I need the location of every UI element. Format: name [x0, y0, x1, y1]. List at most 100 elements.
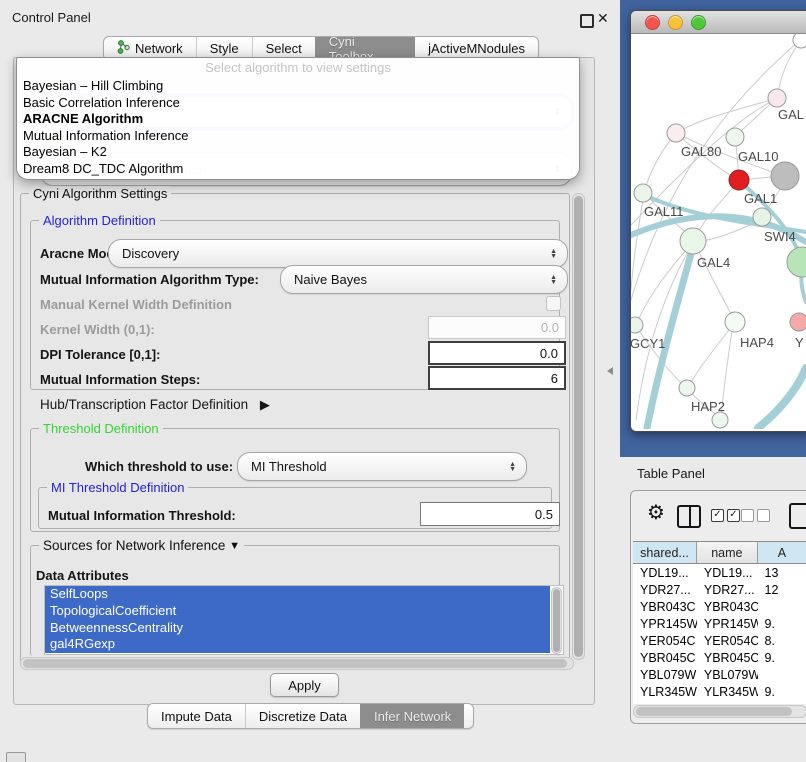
- control-panel-title: Control Panel: [12, 10, 91, 25]
- column-browser-icon[interactable]: [677, 505, 701, 528]
- network-node-label: GAL1: [744, 191, 777, 206]
- algorithm-option[interactable]: ARACNE Algorithm: [17, 111, 579, 128]
- settings-group-title: Cyni Algorithm Settings: [29, 186, 171, 201]
- tab-discretize-data[interactable]: Discretize Data: [245, 704, 360, 728]
- network-node-hap4[interactable]: [725, 312, 745, 332]
- table-column-header[interactable]: shared...: [633, 542, 697, 563]
- float-panel-icon[interactable]: [580, 14, 594, 28]
- settings-horizontal-scrollbar[interactable]: [20, 657, 574, 670]
- network-node-gal80[interactable]: [667, 124, 685, 142]
- table-column-header[interactable]: A: [758, 542, 806, 563]
- table-panel-window: ⚙ ✓ ✓ shared...nameA YDL19...YDL19...13Y…: [630, 490, 806, 724]
- network-node-label: GCY1: [631, 336, 665, 351]
- network-edge[interactable]: [758, 368, 806, 428]
- unchecked-checkbox-icon[interactable]: [741, 509, 754, 522]
- tab-label: Discretize Data: [259, 709, 347, 724]
- splitter-collapse-icon[interactable]: [607, 367, 613, 375]
- window-minimize-icon[interactable]: [668, 15, 683, 30]
- network-node[interactable]: [793, 34, 806, 48]
- table-cell: YDR27...: [633, 581, 697, 598]
- table-cell: YDR27...: [697, 581, 758, 598]
- network-node-gal10[interactable]: [726, 128, 744, 146]
- table-row[interactable]: YBL079WYBL079W: [633, 666, 806, 683]
- window-zoom-icon[interactable]: [691, 15, 706, 30]
- table-row[interactable]: YDR27...YDR27...12: [633, 581, 806, 598]
- algorithm-option[interactable]: Mutual Information Inference: [17, 128, 579, 145]
- table-cell: 9.: [758, 615, 806, 632]
- combo-arrows-icon: ▲▼: [550, 275, 567, 285]
- settings-vertical-scrollbar[interactable]: [572, 193, 585, 660]
- network-node-label: SWI4: [764, 229, 796, 244]
- table-row[interactable]: YER054CYER054C8.: [633, 632, 806, 649]
- table-row[interactable]: YBR043CYBR043C: [633, 598, 806, 615]
- network-node[interactable]: [712, 412, 728, 428]
- mi-steps-field[interactable]: 6: [428, 366, 566, 390]
- data-attributes-list[interactable]: SelfLoopsTopologicalCoefficientBetweenne…: [44, 585, 564, 655]
- window-close-icon[interactable]: [645, 15, 660, 30]
- collapsed-panel-button[interactable]: [6, 752, 26, 762]
- network-node-gcy1[interactable]: [631, 317, 643, 333]
- gear-icon[interactable]: ⚙: [647, 503, 665, 523]
- data-attribute-item[interactable]: gal4RGexp: [45, 636, 550, 653]
- node-table[interactable]: shared...nameA YDL19...YDL19...13YDR27..…: [633, 541, 806, 704]
- mi-algorithm-type-combobox[interactable]: Naive Bayes ▲▼: [280, 265, 568, 294]
- algorithm-option[interactable]: Basic Correlation Inference: [17, 95, 579, 112]
- network-edge[interactable]: [631, 193, 644, 290]
- table-cell: [758, 598, 806, 615]
- algorithm-option[interactable]: Bayesian – K2: [17, 144, 579, 161]
- table-cell: YLR345W: [633, 683, 697, 700]
- table-horizontal-scrollbar[interactable]: [633, 705, 806, 718]
- data-attribute-item[interactable]: TopologicalCoefficient: [45, 603, 550, 620]
- kernel-width-field[interactable]: 0.0: [428, 316, 566, 339]
- apply-button[interactable]: Apply: [270, 673, 339, 697]
- checked-checkbox-icon[interactable]: ✓: [727, 509, 740, 522]
- which-threshold-combobox[interactable]: MI Threshold ▲▼: [237, 452, 527, 481]
- table-row[interactable]: YPR145WYPR145W9.: [633, 615, 806, 632]
- dpi-tolerance-field[interactable]: 0.0: [428, 341, 566, 365]
- table-row[interactable]: YDL19...YDL19...13: [633, 564, 806, 581]
- tab-label: Impute Data: [161, 709, 232, 724]
- which-threshold-label: Which threshold to use:: [85, 459, 233, 474]
- network-node-swi4[interactable]: [753, 208, 771, 226]
- network-node-y[interactable]: [790, 313, 806, 331]
- network-node-gal1[interactable]: [729, 170, 749, 190]
- network-edge[interactable]: [690, 322, 735, 384]
- close-panel-icon[interactable]: ✕: [597, 10, 609, 27]
- manual-kernel-width-checkbox[interactable]: [546, 296, 561, 311]
- algorithm-popup-items: Bayesian – Hill ClimbingBasic Correlatio…: [17, 78, 579, 177]
- tab-label: Style: [210, 41, 239, 56]
- document-icon[interactable]: [789, 503, 806, 529]
- network-node-gal11[interactable]: [634, 184, 652, 202]
- table-row[interactable]: YLR345WYLR345W9.: [633, 683, 806, 700]
- tab-infer-network[interactable]: Infer Network: [360, 704, 464, 728]
- sources-group-title[interactable]: Sources for Network Inference ▼: [39, 538, 244, 553]
- network-window-titlebar[interactable]: [631, 11, 806, 34]
- app-root: Control Panel ✕ NetworkStyleSelectCyni T…: [0, 0, 806, 762]
- data-attribute-item[interactable]: BetweennessCentrality: [45, 620, 550, 637]
- network-node-hap2[interactable]: [679, 380, 695, 396]
- algorithm-popup-placeholder: Select algorithm to view settings: [17, 58, 579, 78]
- network-canvas[interactable]: GALGAL80GAL10GAL1GAL11SWI4GAL4GCY1HAP4YH…: [631, 34, 806, 429]
- table-header-row: shared...nameA: [633, 541, 806, 564]
- algorithm-option[interactable]: Bayesian – Hill Climbing: [17, 78, 579, 95]
- mi-threshold-field[interactable]: 0.5: [420, 502, 560, 526]
- aracne-mode-combobox[interactable]: Discovery ▲▼: [108, 239, 568, 268]
- attributes-vertical-scrollbar[interactable]: [551, 587, 562, 654]
- checked-checkbox-icon[interactable]: ✓: [711, 509, 724, 522]
- table-row[interactable]: YIL052CYIL052C9: [633, 700, 806, 704]
- unchecked-checkbox-icon[interactable]: [757, 509, 770, 522]
- network-node[interactable]: [771, 162, 799, 190]
- table-row[interactable]: YBR045CYBR045C9.: [633, 649, 806, 666]
- table-cell: YBR045C: [633, 649, 697, 666]
- network-node-gal[interactable]: [768, 89, 786, 107]
- network-node-gal4[interactable]: [680, 228, 706, 254]
- network-node[interactable]: [787, 247, 806, 277]
- mi-threshold-group-title: MI Threshold Definition: [47, 480, 188, 495]
- algorithm-dropdown-popup: Select algorithm to view settings Bayesi…: [16, 57, 580, 180]
- tab-impute-data[interactable]: Impute Data: [148, 704, 245, 728]
- data-attribute-item[interactable]: SelfLoops: [45, 586, 550, 603]
- table-column-header[interactable]: name: [697, 542, 758, 563]
- table-cell: 9: [758, 700, 806, 704]
- algorithm-option[interactable]: Dream8 DC_TDC Algorithm: [17, 161, 579, 178]
- hub-definition-expander[interactable]: Hub/Transcription Factor Definition ▶: [40, 397, 270, 413]
